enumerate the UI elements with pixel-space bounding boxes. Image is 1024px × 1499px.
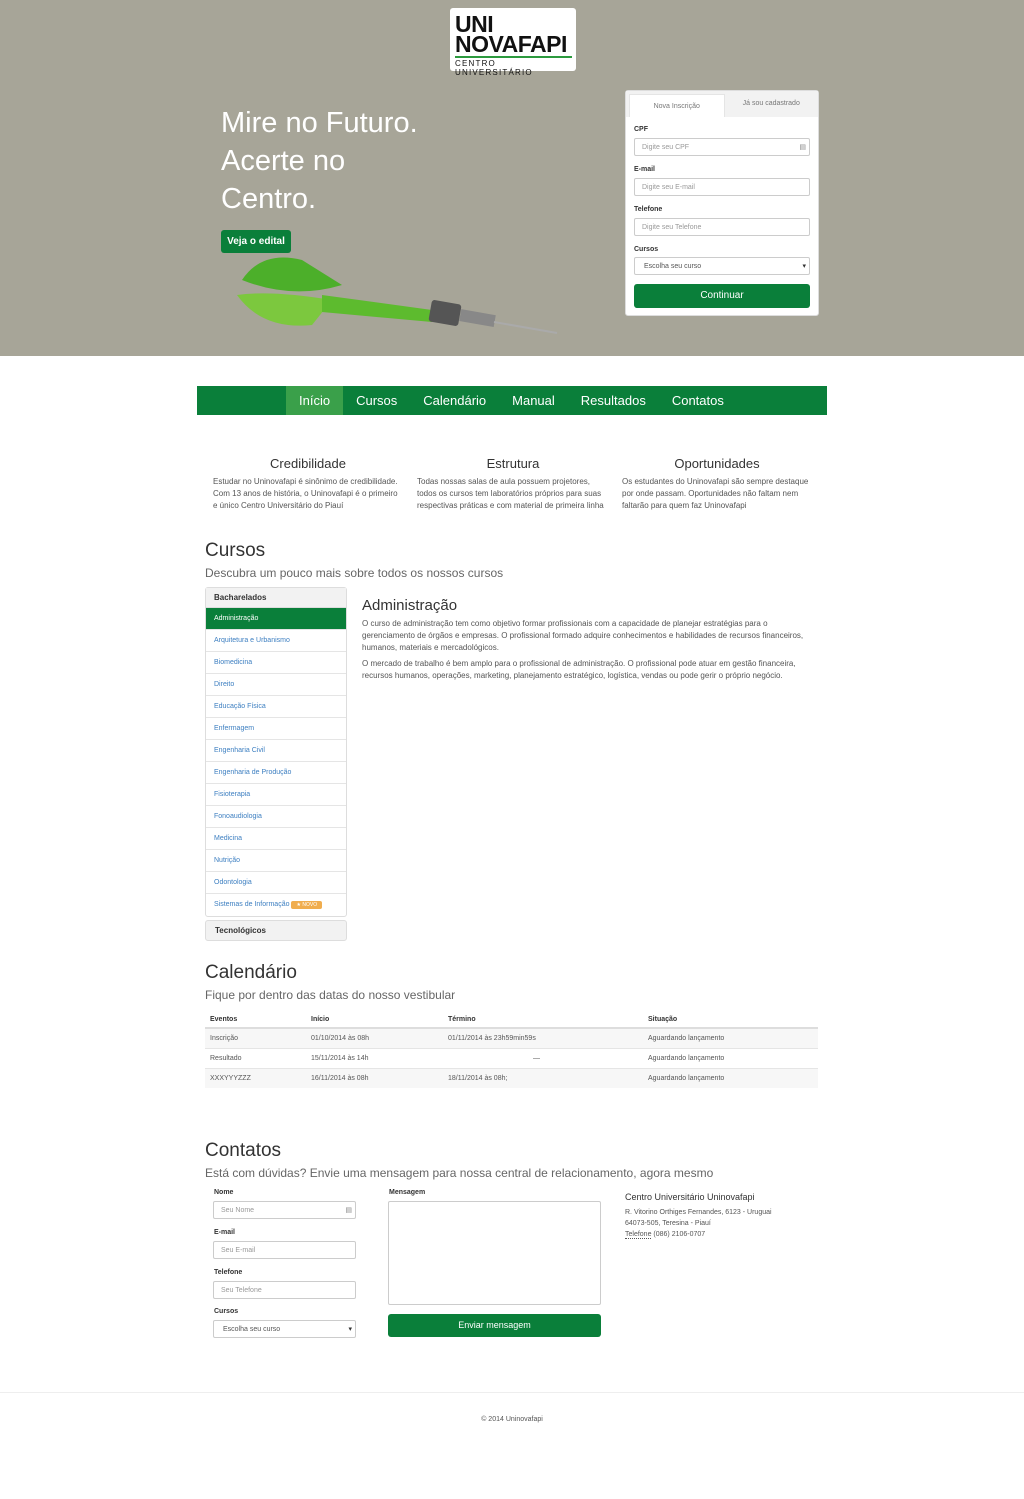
- enviar-mensagem-button[interactable]: Enviar mensagem: [388, 1314, 601, 1337]
- contact-email-input[interactable]: Seu E-mail: [213, 1241, 356, 1259]
- course-item[interactable]: Educação Física: [206, 696, 346, 718]
- contact-telefone-input[interactable]: Seu Telefone: [213, 1281, 356, 1299]
- telefone-input[interactable]: Digite seu Telefone: [634, 218, 810, 236]
- nome-input[interactable]: Seu Nome ▤: [213, 1201, 356, 1219]
- dart-illustration: [237, 257, 558, 334]
- course-item[interactable]: Engenharia Civil: [206, 740, 346, 762]
- table-row: Inscrição 01/10/2014 às 08h 01/11/2014 às …: [205, 1027, 818, 1048]
- course-item[interactable]: Sistemas de Informação ★ NOVO: [206, 894, 346, 916]
- mensagem-textarea[interactable]: [388, 1201, 601, 1305]
- table-row: Resultado 15/11/2014 às 14h — Aguardando la…: [205, 1047, 818, 1068]
- nav-calendario[interactable]: Calendário: [410, 386, 499, 415]
- group-tecnologicos[interactable]: Tecnológicos: [205, 920, 347, 941]
- contact-card-icon: ▤: [799, 144, 806, 151]
- calendar-table: Eventos Início Término Situação Inscriçã…: [205, 1011, 818, 1088]
- course-item[interactable]: Biomedicina: [206, 652, 346, 674]
- feature-estrutura: Estrutura Todas nossas salas de aula poss…: [417, 456, 604, 510]
- table-row: XXXYYYZZZ 16/11/2014 às 08h 18/11/2014 às …: [205, 1067, 818, 1088]
- nav-cursos[interactable]: Cursos: [343, 386, 410, 415]
- chevron-down-icon: ▾: [802, 263, 806, 270]
- course-item[interactable]: Administração: [206, 608, 346, 630]
- nav-contatos[interactable]: Contatos: [659, 386, 737, 415]
- course-item[interactable]: Fisioterapia: [206, 784, 346, 806]
- email-input[interactable]: Digite seu E-mail: [634, 178, 810, 196]
- new-badge: ★ NOVO: [291, 901, 323, 909]
- course-item[interactable]: Enfermagem: [206, 718, 346, 740]
- address-block: Centro Universitário Uninovafapi R. Vito…: [625, 1192, 772, 1239]
- feature-oportunidades: Oportunidades Os estudantes do Uninovafap…: [622, 456, 809, 510]
- contact-curso-select[interactable]: Escolha seu curso ▾: [213, 1320, 356, 1338]
- nav-inicio[interactable]: Início: [286, 386, 344, 415]
- course-item[interactable]: Odontologia: [206, 872, 346, 894]
- group-bacharelados[interactable]: Bacharelados: [206, 588, 346, 608]
- nav-manual[interactable]: Manual: [499, 386, 568, 415]
- course-item[interactable]: Nutrição: [206, 850, 346, 872]
- contatos-subtitle: Está com dúvidas? Envie uma mensagem par…: [205, 1166, 714, 1180]
- main-nav: Início Cursos Calendário Manual Resultad…: [197, 386, 827, 415]
- feature-credibilidade: Credibilidade Estudar no Uninovafapi é si…: [213, 456, 398, 510]
- contact-card-icon: ▤: [345, 1207, 352, 1214]
- curso-select[interactable]: Escolha seu curso ▾: [634, 257, 810, 275]
- course-item[interactable]: Arquitetura e Urbanismo: [206, 630, 346, 652]
- footer-divider: [0, 1392, 1024, 1393]
- nav-resultados[interactable]: Resultados: [568, 386, 659, 415]
- tab-ja-cadastrado[interactable]: Já sou cadastrado: [725, 91, 819, 117]
- course-item[interactable]: Direito: [206, 674, 346, 696]
- course-item[interactable]: Medicina: [206, 828, 346, 850]
- calendario-title: Calendário: [205, 962, 297, 983]
- course-item[interactable]: Engenharia de Produção: [206, 762, 346, 784]
- tab-nova-inscricao[interactable]: Nova Inscrição: [629, 94, 725, 117]
- signup-card: Nova Inscrição Já sou cadastrado CPF Dig…: [625, 90, 819, 316]
- cpf-input[interactable]: Digite seu CPF ▤: [634, 138, 810, 156]
- continuar-button[interactable]: Continuar: [634, 284, 810, 308]
- calendario-subtitle: Fique por dentro das datas do nosso vest…: [205, 988, 456, 1002]
- chevron-down-icon: ▾: [348, 1326, 352, 1333]
- hero-headline: Mire no Futuro. Acerte no Centro.: [221, 107, 418, 215]
- course-item[interactable]: Fonoaudiologia: [206, 806, 346, 828]
- course-list: Bacharelados Administração Arquitetura e …: [205, 587, 347, 917]
- cursos-title: Cursos: [205, 540, 266, 561]
- logo[interactable]: UNI NOVAFAPI CENTRO UNIVERSITÁRIO: [450, 8, 576, 77]
- contatos-title: Contatos: [205, 1140, 282, 1161]
- cursos-subtitle: Descubra um pouco mais sobre todos os no…: [205, 566, 504, 580]
- course-detail: Administração O curso de administração t…: [362, 597, 804, 680]
- footer-copyright: © 2014 Uninovafapi: [481, 1416, 543, 1423]
